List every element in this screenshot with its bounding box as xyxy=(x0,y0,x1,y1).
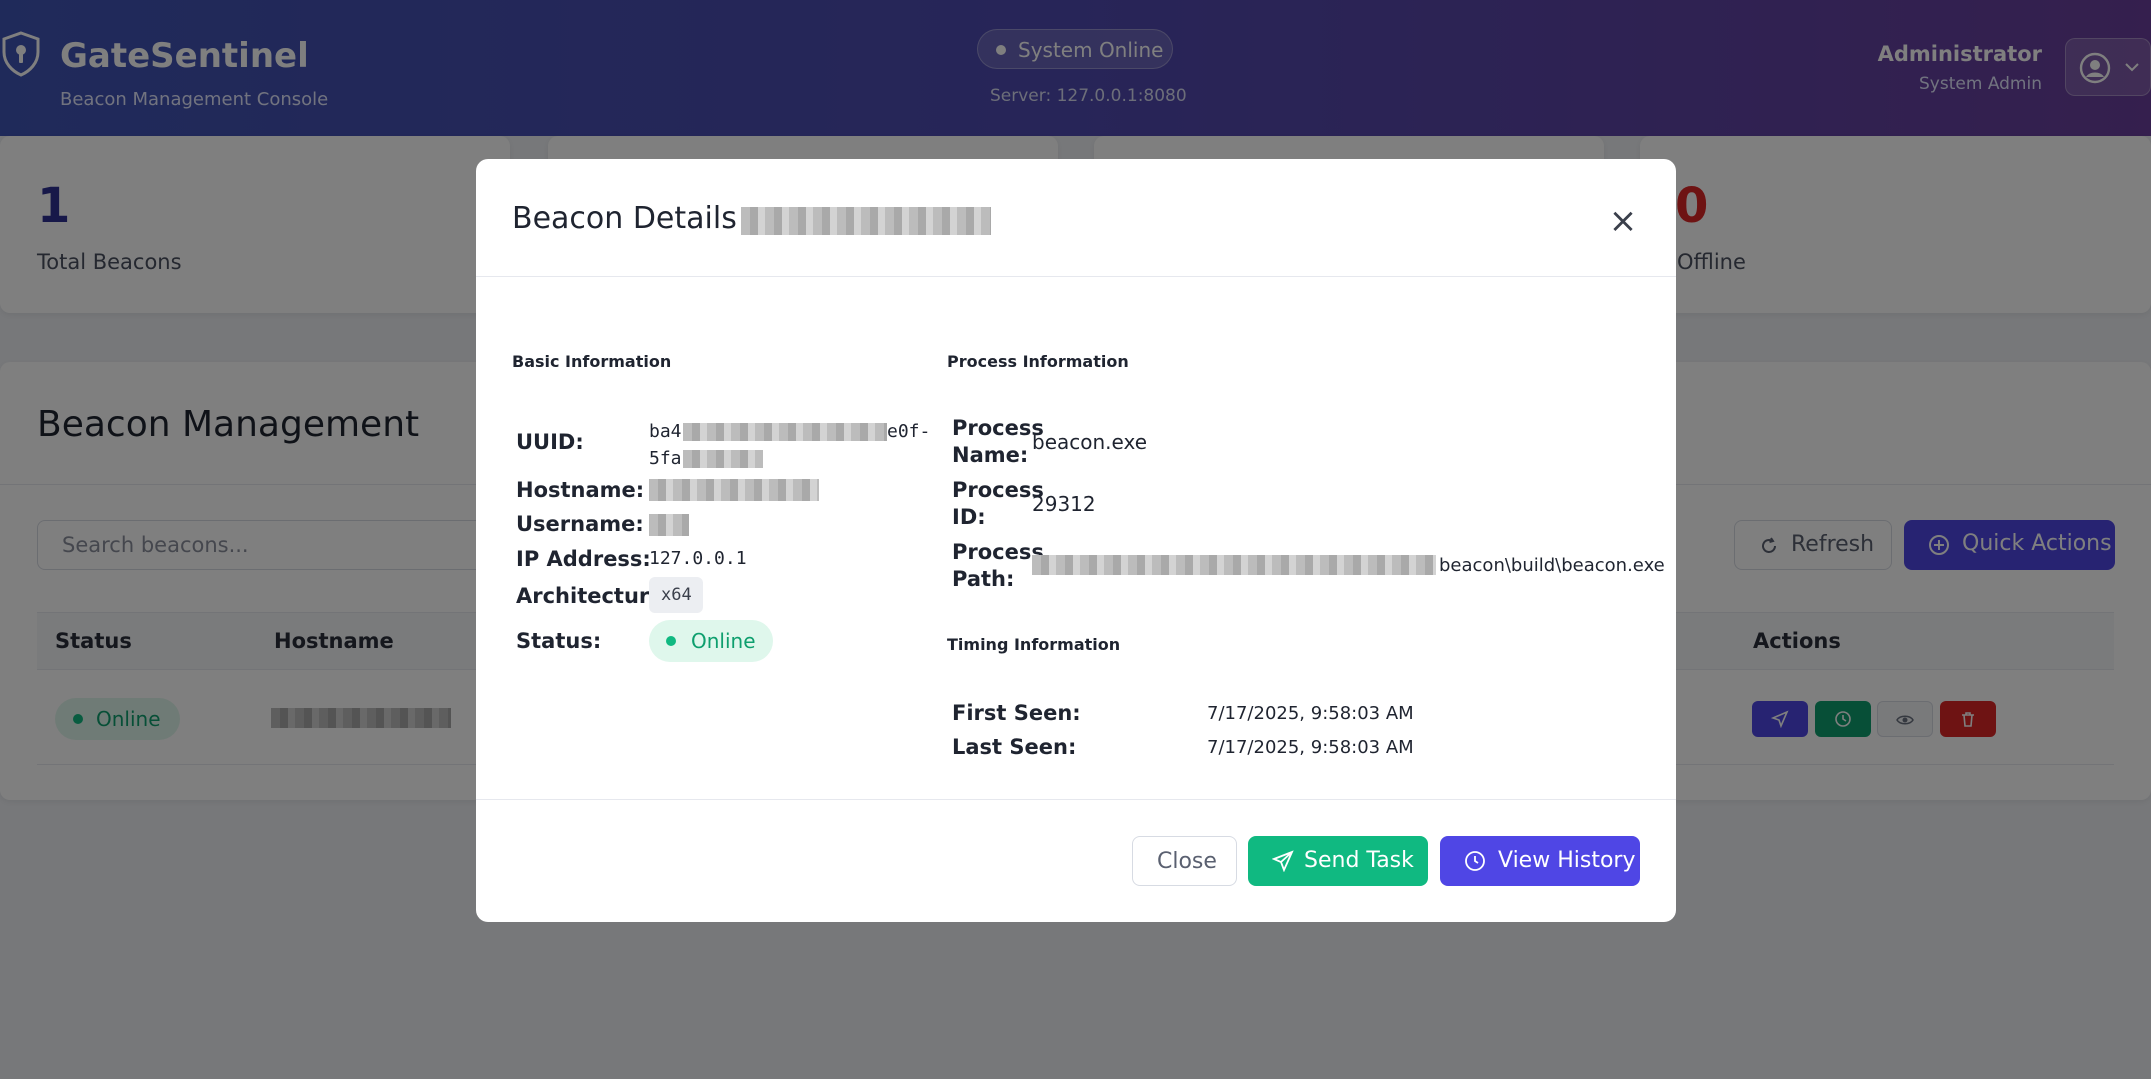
process-id-label-2: ID: xyxy=(952,505,986,529)
process-name-value: beacon.exe xyxy=(1032,430,1147,454)
last-seen-label: Last Seen: xyxy=(952,735,1077,759)
clock-icon xyxy=(1465,851,1485,871)
ip-label: IP Address: xyxy=(516,547,651,571)
modal-footer-divider xyxy=(476,799,1676,800)
modal-title-prefix: Beacon Details - xyxy=(512,201,758,236)
process-name-label-2: Name: xyxy=(952,443,1029,467)
send-task-label: Send Task xyxy=(1304,848,1414,873)
basic-info-heading: Basic Information xyxy=(512,352,672,371)
ip-value: 127.0.0.1 xyxy=(649,548,747,569)
architecture-value: x64 xyxy=(661,585,692,605)
close-icon[interactable]: × xyxy=(1608,201,1638,241)
process-id-label-1: Process xyxy=(952,478,1044,502)
username-redacted xyxy=(649,514,689,536)
status-label: Status: xyxy=(516,629,602,653)
send-task-button[interactable]: Send Task xyxy=(1248,836,1428,886)
modal-header-divider xyxy=(476,276,1676,277)
uuid-value-end: e0f- xyxy=(887,421,931,442)
close-button[interactable]: Close xyxy=(1132,836,1237,886)
first-seen-value: 7/17/2025, 9:58:03 AM xyxy=(1207,703,1414,724)
process-path-label-2: Path: xyxy=(952,567,1015,591)
hostname-redacted xyxy=(649,479,819,501)
process-path-redacted xyxy=(1032,555,1436,575)
close-button-label: Close xyxy=(1157,849,1217,874)
hostname-label: Hostname: xyxy=(516,478,645,502)
timing-info-heading: Timing Information xyxy=(947,635,1121,654)
architecture-chip: x64 xyxy=(649,577,703,613)
process-path-label-1: Process xyxy=(952,540,1044,564)
modal-title: Beacon Details - xyxy=(512,201,757,236)
uuid-value-start: ba4 xyxy=(649,421,682,442)
first-seen-label: First Seen: xyxy=(952,701,1081,725)
username-label: Username: xyxy=(516,512,644,536)
uuid-label: UUID: xyxy=(516,430,584,454)
uuid-value-line2: 5fa xyxy=(649,448,682,469)
last-seen-value: 7/17/2025, 9:58:03 AM xyxy=(1207,737,1414,758)
view-history-button[interactable]: View History xyxy=(1440,836,1640,886)
process-path-value-end: beacon\build\beacon.exe xyxy=(1439,555,1665,576)
view-history-label: View History xyxy=(1498,848,1636,873)
uuid-redacted-1 xyxy=(683,423,887,441)
process-info-heading: Process Information xyxy=(947,352,1129,371)
process-id-value: 29312 xyxy=(1032,492,1096,516)
modal-title-redacted xyxy=(741,207,991,235)
uuid-redacted-2 xyxy=(683,450,763,468)
process-name-label-1: Process xyxy=(952,416,1044,440)
send-icon xyxy=(1272,850,1294,872)
status-badge-text: Online xyxy=(691,629,756,653)
status-dot-icon xyxy=(666,636,676,646)
status-badge: Online xyxy=(649,620,773,662)
beacon-details-modal: Beacon Details - × Basic Information UUI… xyxy=(476,159,1676,922)
